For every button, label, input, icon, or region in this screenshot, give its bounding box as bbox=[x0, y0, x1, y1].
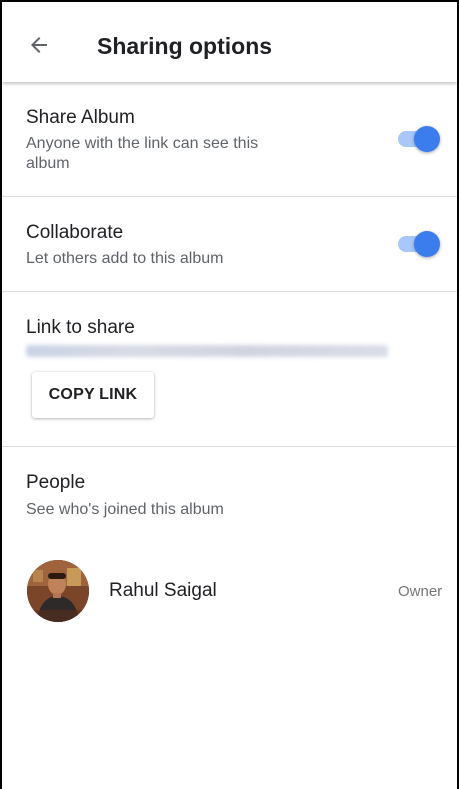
share-album-title: Share Album bbox=[26, 107, 135, 128]
page-title: Sharing options bbox=[97, 33, 273, 59]
collaborate-subtitle: Let others add to this album bbox=[26, 250, 224, 267]
avatar[interactable] bbox=[27, 560, 89, 622]
collaborate-row: Collaborate Let others add to this album bbox=[2, 197, 457, 292]
toggle-thumb bbox=[414, 231, 440, 257]
collaborate-title: Collaborate bbox=[26, 222, 124, 243]
person-photo-icon bbox=[27, 560, 89, 622]
back-button[interactable] bbox=[24, 30, 54, 60]
people-subtitle: See who's joined this album bbox=[26, 501, 224, 518]
arrow-back-icon bbox=[31, 37, 47, 53]
share-album-subtitle-line2: album bbox=[26, 155, 70, 172]
copy-link-button[interactable]: COPY LINK bbox=[32, 372, 154, 418]
share-album-toggle[interactable] bbox=[398, 124, 442, 154]
owner-label: Owner bbox=[398, 583, 443, 600]
people-title: People bbox=[26, 472, 86, 493]
people-section: People See who's joined this album bbox=[2, 447, 457, 547]
app-bar: Sharing options bbox=[2, 2, 457, 82]
link-title: Link to share bbox=[26, 317, 135, 338]
toggle-thumb bbox=[414, 126, 440, 152]
person-name[interactable]: Rahul Saigal bbox=[109, 580, 217, 602]
collaborate-toggle[interactable] bbox=[398, 229, 442, 259]
share-album-subtitle-line1: Anyone with the link can see this bbox=[26, 135, 259, 152]
link-section: Link to share COPY LINK bbox=[2, 292, 457, 447]
share-album-row: Share Album Anyone with the link can see… bbox=[2, 82, 457, 197]
phone-screen: Sharing options Share Album Anyone with … bbox=[0, 0, 459, 789]
blurred-share-link bbox=[26, 345, 388, 357]
